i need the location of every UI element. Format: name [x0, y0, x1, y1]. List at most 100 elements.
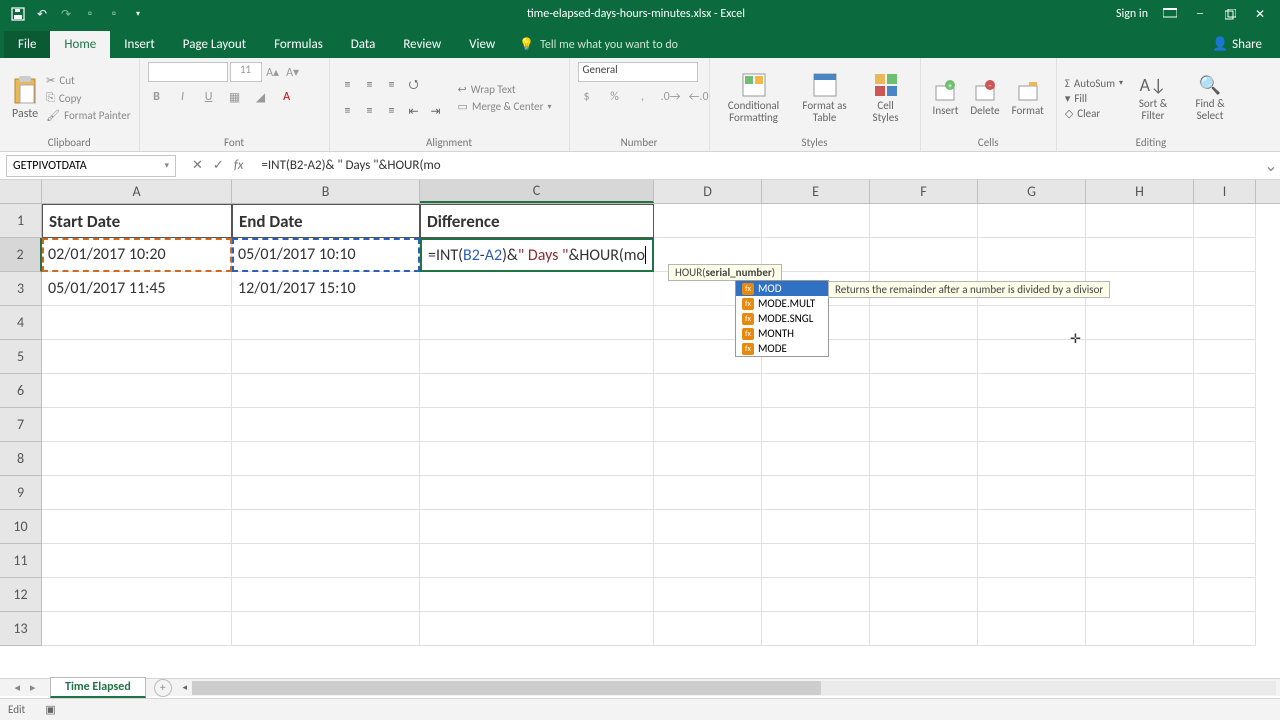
font-combo[interactable] [148, 62, 228, 82]
sort-filter-button[interactable]: A↓ Sort & Filter [1127, 74, 1179, 122]
col-I[interactable]: I [1194, 180, 1256, 203]
cell-I1[interactable] [1194, 204, 1256, 238]
cell-F1[interactable] [870, 204, 978, 238]
scroll-thumb[interactable] [192, 681, 821, 695]
autocomplete-item-modesngl[interactable]: fxMODE.SNGL [736, 311, 828, 326]
align-middle-icon[interactable]: ≡ [360, 75, 380, 95]
tab-page-layout[interactable]: Page Layout [169, 31, 260, 58]
autosum-button[interactable]: ΣAutoSum ▾ [1065, 77, 1123, 90]
share-button[interactable]: 👤 Share [1198, 31, 1276, 58]
col-A[interactable]: A [42, 180, 232, 203]
select-all-corner[interactable] [0, 180, 42, 203]
inc-decimal-icon[interactable]: .0→ [662, 88, 680, 106]
row-11[interactable]: 11 [0, 544, 42, 578]
cell-D1[interactable] [654, 204, 762, 238]
align-center-icon[interactable]: ≡ [360, 101, 380, 121]
cell-B2[interactable]: 05/01/2017 10:10 [232, 238, 420, 272]
align-right-icon[interactable]: ≡ [382, 101, 402, 121]
row-3[interactable]: 3 [0, 272, 42, 306]
paste-button[interactable]: Paste [8, 71, 42, 125]
cell-A3[interactable]: 05/01/2017 11:45 [42, 272, 232, 306]
undo-icon[interactable]: ↶ [34, 6, 50, 22]
tab-review[interactable]: Review [389, 31, 455, 58]
indent-dec-icon[interactable]: ⇤ [404, 101, 424, 121]
shrink-font-icon[interactable]: A▾ [284, 63, 302, 81]
ribbon-options-icon[interactable] [1162, 6, 1178, 22]
align-left-icon[interactable]: ≡ [338, 101, 358, 121]
underline-button[interactable]: U [200, 88, 218, 106]
expand-formula-bar-icon[interactable]: ⌄ [1262, 156, 1280, 176]
find-select-button[interactable]: 🔍 Find & Select [1183, 74, 1237, 122]
qat1-icon[interactable]: ▫ [82, 6, 98, 22]
row-6[interactable]: 6 [0, 374, 42, 408]
enter-formula-icon[interactable]: ✓ [213, 158, 224, 173]
row-7[interactable]: 7 [0, 408, 42, 442]
insert-cells-button[interactable]: + Insert [929, 80, 963, 117]
horizontal-scrollbar[interactable]: ◂ ▸ [192, 681, 1276, 695]
new-sheet-button[interactable]: + [154, 679, 172, 697]
format-painter-button[interactable]: 🖌Format Painter [46, 109, 130, 122]
bold-button[interactable]: B [148, 88, 166, 106]
cell-H2[interactable] [1086, 238, 1194, 272]
autocomplete-item-mode[interactable]: fxMODE [736, 341, 828, 356]
align-bottom-icon[interactable]: ≡ [382, 75, 402, 95]
cell-C1[interactable]: Difference [420, 204, 654, 238]
currency-icon[interactable]: $ [578, 88, 596, 106]
cell-B3[interactable]: 12/01/2017 15:10 [232, 272, 420, 306]
fill-button[interactable]: ▾Fill [1065, 92, 1123, 105]
row-12[interactable]: 12 [0, 578, 42, 612]
col-C[interactable]: C [420, 180, 654, 203]
orientation-icon[interactable]: ⭯ [404, 75, 424, 95]
cell-C3[interactable] [420, 272, 654, 306]
conditional-formatting-button[interactable]: Conditional Formatting [718, 72, 790, 124]
col-B[interactable]: B [232, 180, 420, 203]
format-as-table-button[interactable]: Format as Table [794, 72, 856, 124]
align-top-icon[interactable]: ≡ [338, 75, 358, 95]
sign-in-link[interactable]: Sign in [1116, 7, 1148, 21]
insert-function-icon[interactable]: fx [234, 158, 244, 173]
name-box[interactable]: GETPIVOTDATA ▾ [6, 155, 176, 177]
delete-cells-button[interactable]: – Delete [966, 80, 1003, 117]
tell-me[interactable]: 💡 Tell me what you want to do [509, 31, 688, 58]
row-10[interactable]: 10 [0, 510, 42, 544]
indent-inc-icon[interactable]: ⇥ [426, 101, 446, 121]
macro-record-icon[interactable]: ▣ [45, 703, 55, 716]
comma-icon[interactable]: , [634, 88, 652, 106]
font-size-combo[interactable]: 11 [230, 62, 262, 82]
italic-button[interactable]: I [174, 88, 192, 106]
col-G[interactable]: G [978, 180, 1086, 203]
qat-dropdown-icon[interactable]: ▾ [130, 6, 146, 22]
fill-color-icon[interactable]: ◢ [252, 88, 270, 106]
col-F[interactable]: F [870, 180, 978, 203]
sheet-tab-time-elapsed[interactable]: Time Elapsed [50, 677, 146, 698]
cell-B1[interactable]: End Date [232, 204, 420, 238]
formula-autocomplete[interactable]: fxMOD fxMODE.MULT fxMODE.SNGL fxMONTH fx… [735, 280, 829, 357]
save-icon[interactable] [10, 6, 26, 22]
dec-decimal-icon[interactable]: ←.0 [690, 88, 708, 106]
tab-data[interactable]: Data [337, 31, 390, 58]
tab-formulas[interactable]: Formulas [260, 31, 337, 58]
cell-A1[interactable]: Start Date [42, 204, 232, 238]
cell-E1[interactable] [762, 204, 870, 238]
row-4[interactable]: 4 [0, 306, 42, 340]
qat2-icon[interactable]: ▫ [106, 6, 122, 22]
col-D[interactable]: D [654, 180, 762, 203]
maximize-icon[interactable] [1222, 6, 1238, 22]
cell-C2-editing[interactable]: =INT(B2-A2)& " Days "&HOUR(mo [420, 238, 654, 272]
cell-A2[interactable]: 02/01/2017 10:20 [42, 238, 232, 272]
borders-icon[interactable]: ▦ [226, 88, 244, 106]
cell-H1[interactable] [1086, 204, 1194, 238]
format-cells-button[interactable]: Format [1008, 80, 1048, 117]
autocomplete-item-modemult[interactable]: fxMODE.MULT [736, 296, 828, 311]
formula-bar-input[interactable]: =INT(B2-A2)& " Days "&HOUR(mo [253, 158, 1262, 173]
cell-F2[interactable] [870, 238, 978, 272]
row-5[interactable]: 5 [0, 340, 42, 374]
tab-file[interactable]: File [4, 31, 50, 58]
cell-I2[interactable] [1194, 238, 1256, 272]
copy-button[interactable]: ⎘Copy [46, 91, 130, 105]
merge-center-button[interactable]: ▭Merge & Center ▾ [458, 100, 552, 113]
cell-styles-button[interactable]: Cell Styles [860, 72, 912, 124]
cancel-formula-icon[interactable]: ✕ [192, 158, 203, 173]
autocomplete-item-mod[interactable]: fxMOD [736, 281, 828, 296]
close-icon[interactable]: ✕ [1252, 6, 1268, 22]
